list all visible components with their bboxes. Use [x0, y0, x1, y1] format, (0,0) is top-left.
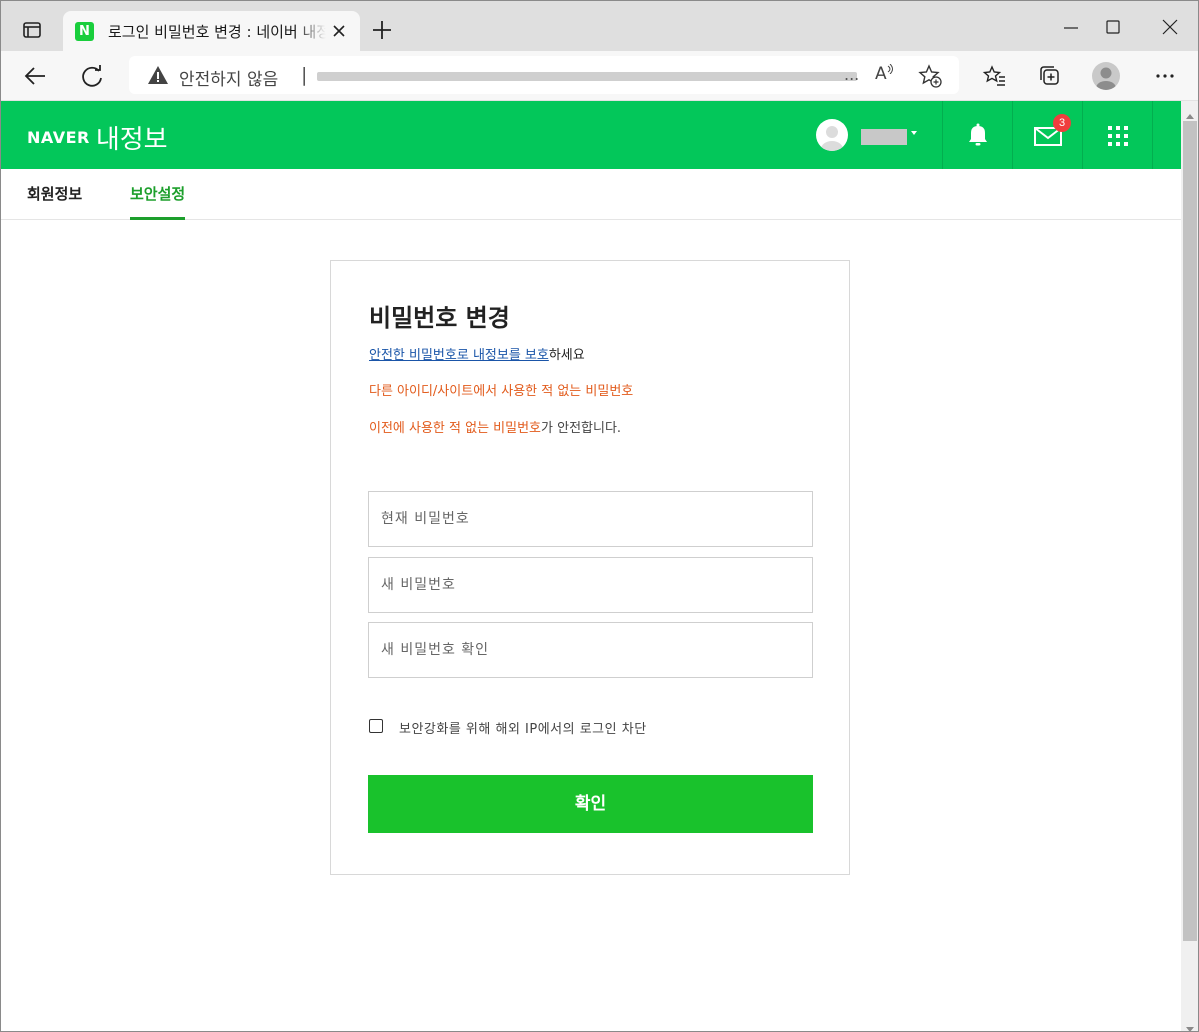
naver-favicon-icon: N — [75, 22, 94, 41]
collections-icon[interactable] — [1033, 59, 1067, 93]
address-separator: | — [301, 64, 308, 86]
browser-window: N 로그인 비밀번호 변경 : 네이버 내정보 안전하지 않음 | ... A … — [0, 0, 1199, 1032]
password-change-card: 비밀번호 변경 안전한 비밀번호로 내정보를 보호하세요 다른 아이디/사이트에… — [330, 260, 850, 875]
grid-dots-icon — [1108, 126, 1128, 146]
url-ellipsis: ... — [844, 65, 860, 84]
scroll-up-arrow-icon[interactable] — [1185, 105, 1195, 119]
tab-actions-icon[interactable] — [15, 13, 49, 47]
password-tip-line2: 이전에 사용한 적 없는 비밀번호가 안전합니다. — [369, 417, 621, 436]
browser-profile-avatar-icon[interactable] — [1092, 62, 1120, 90]
user-avatar-icon — [816, 119, 848, 151]
protect-info-suffix: 하세요 — [548, 348, 585, 363]
brand-logo[interactable]: NAVER 내정보 — [27, 119, 168, 156]
more-menu-icon[interactable] — [1148, 59, 1182, 93]
browser-toolbar: 안전하지 않음 | ... A — [1, 51, 1198, 101]
page-title: 비밀번호 변경 — [369, 303, 510, 332]
header-divider — [1152, 101, 1153, 169]
mail-count-badge: 3 — [1053, 114, 1071, 132]
warning-triangle-icon[interactable] — [147, 65, 169, 85]
read-aloud-letter: A — [875, 64, 887, 84]
bell-icon — [969, 123, 987, 146]
password-tip-line1: 다른 아이디/사이트에서 사용한 적 없는 비밀번호 — [369, 384, 634, 399]
brand-subtitle: 내정보 — [95, 125, 168, 155]
vertical-scrollbar[interactable] — [1181, 101, 1198, 1031]
protect-info-text: 안전한 비밀번호로 내정보를 보호하세요 — [369, 344, 585, 363]
apps-grid-button[interactable] — [1083, 101, 1153, 169]
scroll-down-arrow-icon[interactable] — [1185, 1019, 1195, 1031]
mail-button[interactable]: 3 — [1013, 101, 1083, 169]
caret-down-icon — [911, 131, 917, 135]
protect-info-link[interactable]: 안전한 비밀번호로 내정보를 보호 — [369, 348, 549, 363]
mail-icon — [1034, 127, 1062, 146]
address-bar[interactable]: 안전하지 않음 | ... A — [129, 56, 959, 94]
sub-navigation: 회원정보 보안설정 — [1, 169, 1181, 220]
profile-menu[interactable] — [816, 118, 922, 152]
scrollbar-thumb[interactable] — [1183, 121, 1197, 941]
back-arrow-icon[interactable] — [19, 59, 53, 93]
page-content: NAVER 내정보 3 회원정보 보안설정 비밀번호 변경 안전한 비밀번호로 … — [1, 101, 1181, 1031]
url-text-redacted[interactable] — [317, 72, 857, 81]
block-foreign-ip-checkbox[interactable] — [369, 719, 383, 733]
block-foreign-ip-option[interactable]: 보안강화를 위해 해외 IP에서의 로그인 차단 — [368, 718, 768, 738]
maximize-icon[interactable] — [1098, 13, 1128, 43]
current-password-input[interactable] — [368, 491, 813, 547]
naver-header: NAVER 내정보 3 — [1, 101, 1181, 169]
tab-member-info[interactable]: 회원정보 — [27, 183, 82, 220]
browser-tab-active[interactable]: N 로그인 비밀번호 변경 : 네이버 내정보 — [63, 11, 360, 51]
not-secure-label[interactable]: 안전하지 않음 — [179, 65, 278, 90]
notification-button[interactable] — [943, 101, 1013, 169]
confirm-password-input[interactable] — [368, 622, 813, 678]
naver-wordmark: NAVER — [27, 128, 90, 147]
password-tip-suffix: 가 안전합니다. — [541, 421, 622, 436]
block-foreign-ip-label[interactable]: 보안강화를 위해 해외 IP에서의 로그인 차단 — [399, 718, 647, 737]
tab-strip: N 로그인 비밀번호 변경 : 네이버 내정보 — [1, 1, 1198, 51]
tab-close-icon[interactable] — [329, 21, 349, 41]
refresh-icon[interactable] — [75, 59, 109, 93]
confirm-button[interactable]: 확인 — [368, 775, 813, 833]
minimize-icon[interactable] — [1056, 13, 1086, 43]
tab-security-settings[interactable]: 보안설정 — [130, 183, 186, 220]
read-aloud-icon[interactable]: A — [875, 63, 901, 86]
password-tip-highlight: 이전에 사용한 적 없는 비밀번호 — [369, 421, 542, 436]
tab-title: 로그인 비밀번호 변경 : 네이버 내정보 — [108, 21, 326, 41]
favorites-list-icon[interactable] — [978, 59, 1012, 93]
new-tab-plus-icon[interactable] — [369, 17, 395, 43]
username-redacted — [861, 129, 907, 145]
new-password-input[interactable] — [368, 557, 813, 613]
add-favorite-star-icon[interactable] — [917, 63, 943, 89]
window-close-icon[interactable] — [1155, 13, 1185, 43]
